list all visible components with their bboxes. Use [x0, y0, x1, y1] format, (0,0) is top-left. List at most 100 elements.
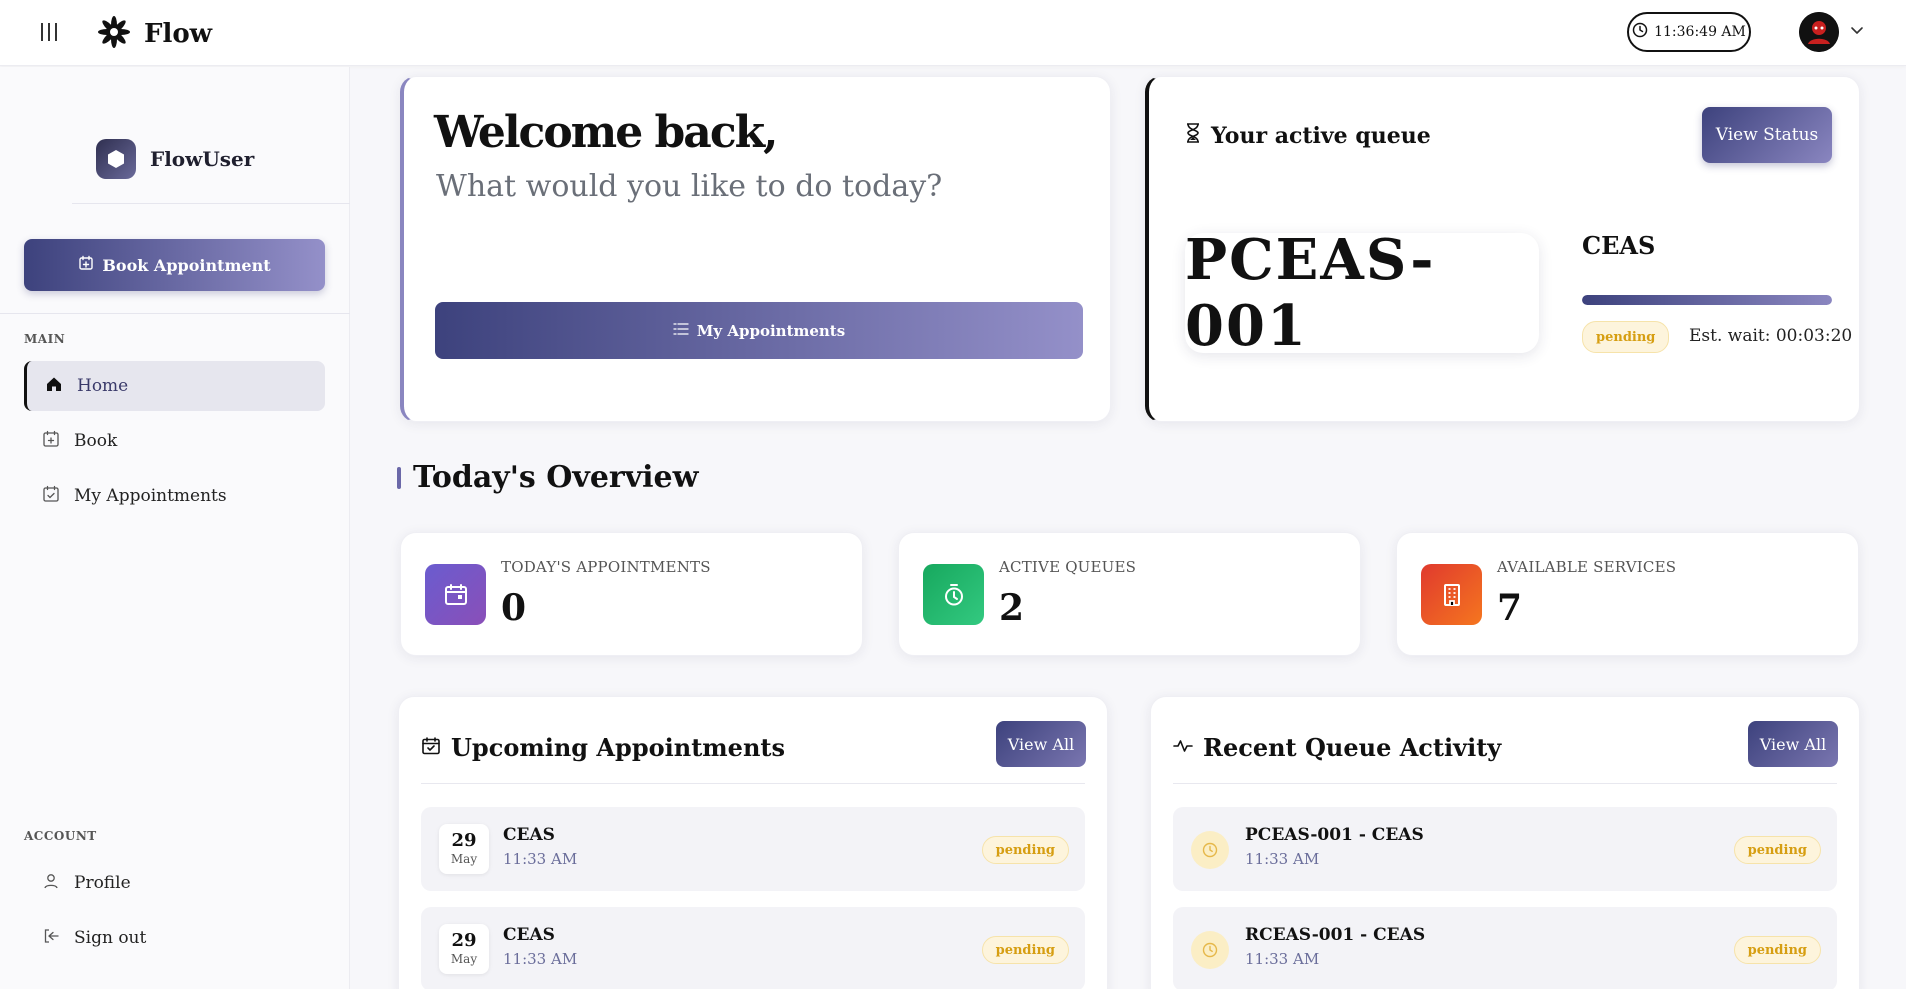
welcome-card: Welcome back, What would you like to do …	[400, 76, 1111, 422]
stat-card-todays-appointments: TODAY'S APPOINTMENTS 0	[400, 532, 863, 656]
activity-icon	[1173, 733, 1193, 762]
stat-label: ACTIVE QUEUES	[999, 558, 1137, 576]
recent-queue-activity-card: Recent Queue Activity View All PCEAS-001…	[1150, 696, 1860, 989]
estimated-wait: Est. wait: 00:03:20	[1689, 326, 1853, 346]
building-icon	[1421, 564, 1482, 625]
main-section-label: MAIN	[24, 332, 66, 346]
title-accent-bar	[397, 466, 401, 489]
appointment-service: CEAS	[503, 825, 555, 845]
divider	[421, 783, 1085, 784]
clock-time: 11:36:49 AM	[1654, 24, 1746, 40]
sidebar-item-label: Book	[74, 431, 118, 451]
hexagon-icon	[96, 139, 136, 179]
view-status-button[interactable]: View Status	[1702, 107, 1832, 163]
date-box: 29 May	[439, 824, 489, 874]
ticket-number: PCEAS-001	[1185, 227, 1539, 359]
queue-activity-title: RCEAS-001 - CEAS	[1245, 925, 1426, 945]
view-all-appointments-button[interactable]: View All	[996, 721, 1086, 767]
top-bar: Flow 11:36:49 AM	[0, 0, 1906, 66]
queue-activity-time: 11:33 AM	[1245, 950, 1320, 968]
appointment-time: 11:33 AM	[503, 850, 578, 868]
status-badge: pending	[1582, 321, 1670, 353]
book-appointment-button[interactable]: Book Appointment	[24, 239, 325, 291]
list-item[interactable]: RCEAS-001 - CEAS 11:33 AM pending	[1173, 907, 1837, 989]
user-profile[interactable]: FlowUser	[96, 139, 254, 179]
calendar-plus-icon	[78, 255, 94, 275]
clock-icon	[1191, 831, 1229, 869]
date-month: May	[450, 952, 478, 966]
queue-service-name: CEAS	[1582, 231, 1656, 260]
date-day: 29	[451, 830, 477, 851]
appointment-time: 11:33 AM	[503, 950, 578, 968]
recent-title: Recent Queue Activity	[1173, 733, 1501, 762]
list-icon	[673, 322, 689, 340]
calendar-check-icon	[42, 485, 60, 508]
sidebar-item-label: Sign out	[74, 928, 147, 948]
timer-icon	[923, 564, 984, 625]
sidebar-item-sign-out[interactable]: Sign out	[24, 913, 325, 963]
calendar-icon	[425, 564, 486, 625]
active-queue-card: Your active queue View Status PCEAS-001 …	[1145, 76, 1860, 422]
status-badge: pending	[981, 836, 1069, 864]
status-badge: pending	[1733, 936, 1821, 964]
welcome-subtitle: What would you like to do today?	[436, 169, 943, 204]
account-section-label: ACCOUNT	[24, 829, 97, 843]
my-appointments-label: My Appointments	[696, 321, 846, 340]
status-badge: pending	[981, 936, 1069, 964]
divider	[72, 203, 350, 204]
sidebar-item-label: Home	[77, 376, 129, 396]
stat-value: 2	[999, 587, 1025, 629]
sidebar-item-label: My Appointments	[74, 486, 227, 506]
stat-label: AVAILABLE SERVICES	[1497, 558, 1677, 576]
stat-card-active-queues: ACTIVE QUEUES 2	[898, 532, 1361, 656]
queue-title-text: Your active queue	[1211, 123, 1431, 149]
stat-label: TODAY'S APPOINTMENTS	[501, 558, 711, 576]
clock-display: 11:36:49 AM	[1627, 12, 1751, 52]
book-appointment-label: Book Appointment	[102, 255, 271, 275]
avatar[interactable]	[1799, 12, 1839, 52]
sidebar-item-book[interactable]: Book	[24, 416, 325, 466]
sidebar-item-home[interactable]: Home	[24, 361, 325, 411]
overview-title: Today's Overview	[397, 460, 698, 495]
brand-name: Flow	[144, 19, 213, 49]
queue-progress-fill	[1582, 295, 1832, 305]
date-month: May	[450, 852, 478, 866]
sidebar-item-label: Profile	[74, 873, 131, 893]
date-day: 29	[451, 930, 477, 951]
hourglass-icon	[1185, 123, 1201, 149]
clock-icon	[1191, 931, 1229, 969]
status-badge: pending	[1733, 836, 1821, 864]
list-item[interactable]: 29 May CEAS 11:33 AM pending	[421, 807, 1085, 891]
queue-progress-bar	[1582, 295, 1832, 305]
queue-activity-title: PCEAS-001 - CEAS	[1245, 825, 1424, 845]
upcoming-title-text: Upcoming Appointments	[451, 733, 785, 762]
brand[interactable]: Flow	[96, 14, 212, 54]
clock-icon	[1632, 22, 1648, 42]
view-all-activity-button[interactable]: View All	[1748, 721, 1838, 767]
queue-title: Your active queue	[1185, 123, 1431, 149]
my-appointments-button[interactable]: My Appointments	[435, 302, 1083, 359]
divider	[0, 313, 350, 314]
welcome-title: Welcome back,	[434, 107, 778, 158]
stat-value: 7	[1497, 587, 1523, 629]
user-icon	[42, 872, 60, 895]
list-item[interactable]: 29 May CEAS 11:33 AM pending	[421, 907, 1085, 989]
calendar-check-icon	[421, 733, 441, 762]
menu-toggle-icon[interactable]	[38, 21, 60, 43]
chevron-down-icon[interactable]	[1849, 22, 1865, 42]
upcoming-appointments-card: Upcoming Appointments View All 29 May CE…	[398, 696, 1108, 989]
sign-out-icon	[42, 927, 60, 950]
sidebar-item-my-appointments[interactable]: My Appointments	[24, 471, 325, 521]
list-item[interactable]: PCEAS-001 - CEAS 11:33 AM pending	[1173, 807, 1837, 891]
upcoming-title: Upcoming Appointments	[421, 733, 785, 762]
recent-title-text: Recent Queue Activity	[1203, 733, 1502, 762]
user-name: FlowUser	[150, 147, 255, 171]
calendar-plus-icon	[42, 430, 60, 453]
sidebar-item-profile[interactable]: Profile	[24, 858, 325, 908]
overview-title-text: Today's Overview	[413, 460, 699, 495]
home-icon	[45, 375, 63, 398]
flow-logo-icon	[96, 14, 132, 54]
queue-activity-time: 11:33 AM	[1245, 850, 1320, 868]
stat-card-available-services: AVAILABLE SERVICES 7	[1396, 532, 1859, 656]
sidebar: FlowUser Book Appointment MAIN Home Book…	[0, 67, 350, 989]
